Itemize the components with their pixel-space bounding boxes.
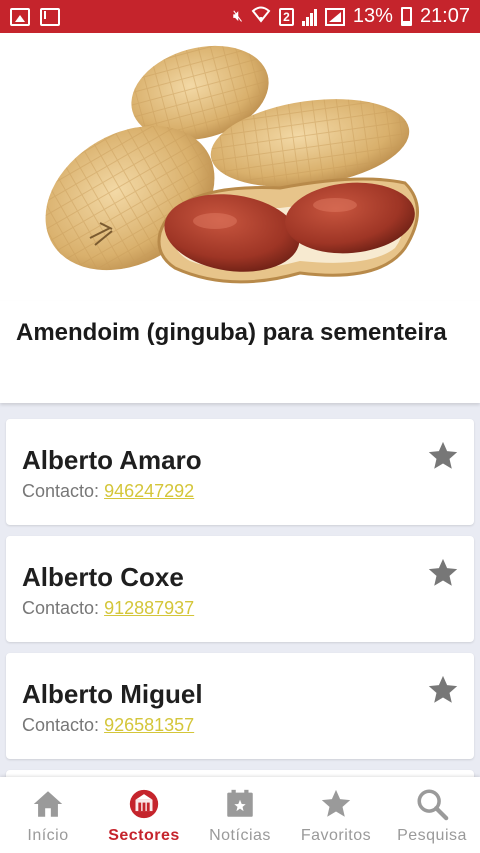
signal-icon-2 [324,7,345,26]
nav-news-label: Notícias [209,827,271,844]
contact-name: Alberto Coxe [22,562,184,592]
nav-search[interactable]: Pesquisa [384,777,480,853]
nav-home-label: Início [27,827,69,844]
signal-icon [301,8,317,26]
nav-sectors-label: Sectores [108,827,180,844]
nav-search-label: Pesquisa [397,827,467,844]
phone-link[interactable]: 912887937 [104,598,194,618]
battery-icon [400,7,412,26]
product-title: Amendoim (ginguba) para sementeira [16,319,447,346]
product-title-card: Amendoim (ginguba) para sementeira [0,301,480,403]
phone-link[interactable]: 926581357 [104,715,194,735]
contact-name: Alberto Amaro [22,445,202,475]
contact-card[interactable]: Alberto Amaro Contacto: 946247292 [6,419,474,525]
news-icon [227,789,253,817]
nav-news[interactable]: Notícias [192,777,288,853]
favorite-star-icon[interactable] [426,439,460,473]
status-bar: 🔇︎ 2 13% 21:07 [0,0,480,33]
star-icon [321,789,351,817]
contact-label: Contacto: [22,598,100,618]
contact-card[interactable]: Alberto Coxe Contacto: 912887937 [6,536,474,642]
sectors-icon [129,789,159,819]
nav-favorites[interactable]: Favoritos [288,777,384,853]
wifi-icon [251,5,271,28]
contact-name: Alberto Miguel [22,679,203,709]
mute-icon: 🔇︎ [232,7,243,25]
search-icon [417,789,449,821]
phone-link[interactable]: 946247292 [104,481,194,501]
contact-card[interactable]: Alberto Miguel Contacto: 926581357 [6,653,474,759]
sim-slot-indicator: 2 [278,7,294,26]
nav-favorites-label: Favoritos [300,827,372,844]
battery-percent: 13% [352,5,393,27]
home-icon [33,791,63,817]
nav-sectors[interactable]: Sectores [96,777,192,853]
favorite-star-icon[interactable] [426,673,460,707]
contact-line: Contacto: 912887937 [22,598,458,619]
contact-line: Contacto: 946247292 [22,481,458,502]
contact-label: Contacto: [22,715,100,735]
contact-line: Contacto: 926581357 [22,715,458,736]
contact-label: Contacto: [22,481,100,501]
favorite-star-icon[interactable] [426,556,460,590]
nav-home[interactable]: Início [0,777,96,853]
gallery-notification-icon [10,7,30,26]
mail-notification-icon [40,7,60,26]
clock: 21:07 [419,5,470,27]
bottom-navigation: Início Sectores Notícias Favoritos Pesqu… [0,777,480,853]
product-image [0,33,480,301]
